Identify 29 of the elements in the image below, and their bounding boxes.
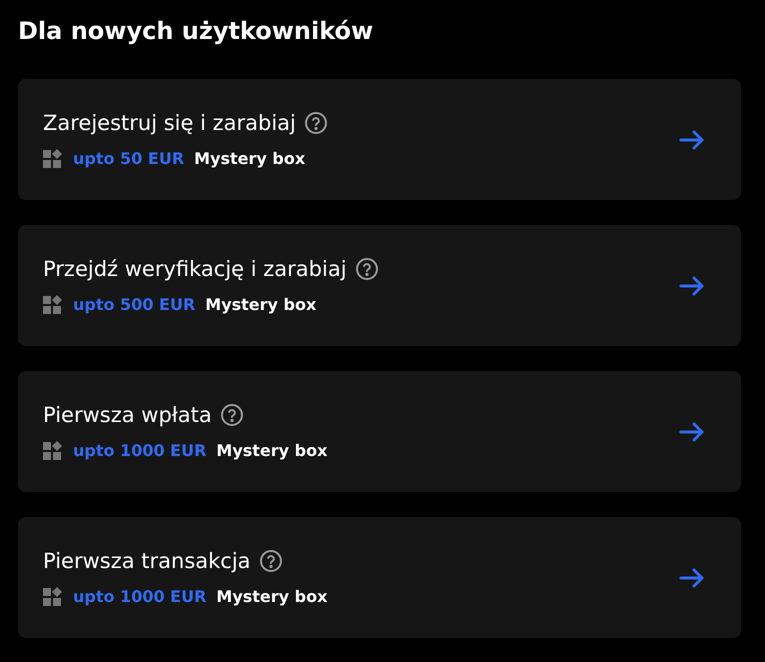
arrow-right-icon[interactable]: [679, 130, 705, 150]
reward-amount: upto 1000 EUR: [73, 586, 206, 608]
task-title: Pierwsza transakcja: [43, 548, 251, 574]
task-title: Pierwsza wpłata: [43, 402, 212, 428]
task-card[interactable]: Pierwsza transakcja upto 1000 EUR Mystery box: [18, 517, 741, 638]
help-icon[interactable]: [304, 110, 328, 134]
widgets-icon: [43, 294, 63, 314]
task-card[interactable]: Pierwsza wpłata upto 1000 EUR Mystery box: [18, 371, 741, 492]
task-card[interactable]: Zarejestruj się i zarabiaj upto 50 EUR Mystery box: [18, 79, 741, 200]
arrow-right-icon[interactable]: [679, 422, 705, 442]
section-heading: Dla nowych użytkowników: [18, 16, 374, 47]
widgets-icon: [43, 440, 63, 460]
help-icon[interactable]: [354, 256, 379, 280]
reward-type: Mystery box: [205, 294, 316, 316]
help-icon[interactable]: [220, 402, 244, 426]
help-icon[interactable]: [258, 548, 283, 572]
task-title: Przejdź weryfikację i zarabiaj: [43, 256, 347, 282]
reward-amount: upto 500 EUR: [73, 294, 196, 316]
task-card[interactable]: Przejdź weryfikację i zarabiaj upto 500 EUR Mystery box: [18, 225, 741, 346]
widgets-icon: [43, 586, 63, 606]
arrow-right-icon[interactable]: [679, 276, 705, 296]
reward-type: Mystery box: [216, 440, 328, 462]
widgets-icon: [43, 148, 63, 168]
arrow-right-icon[interactable]: [679, 568, 705, 588]
reward-type: Mystery box: [194, 148, 306, 170]
reward-amount: upto 1000 EUR: [73, 440, 206, 462]
reward-amount: upto 50 EUR: [73, 148, 184, 170]
reward-type: Mystery box: [216, 586, 328, 608]
task-title: Zarejestruj się i zarabiaj: [43, 110, 296, 136]
